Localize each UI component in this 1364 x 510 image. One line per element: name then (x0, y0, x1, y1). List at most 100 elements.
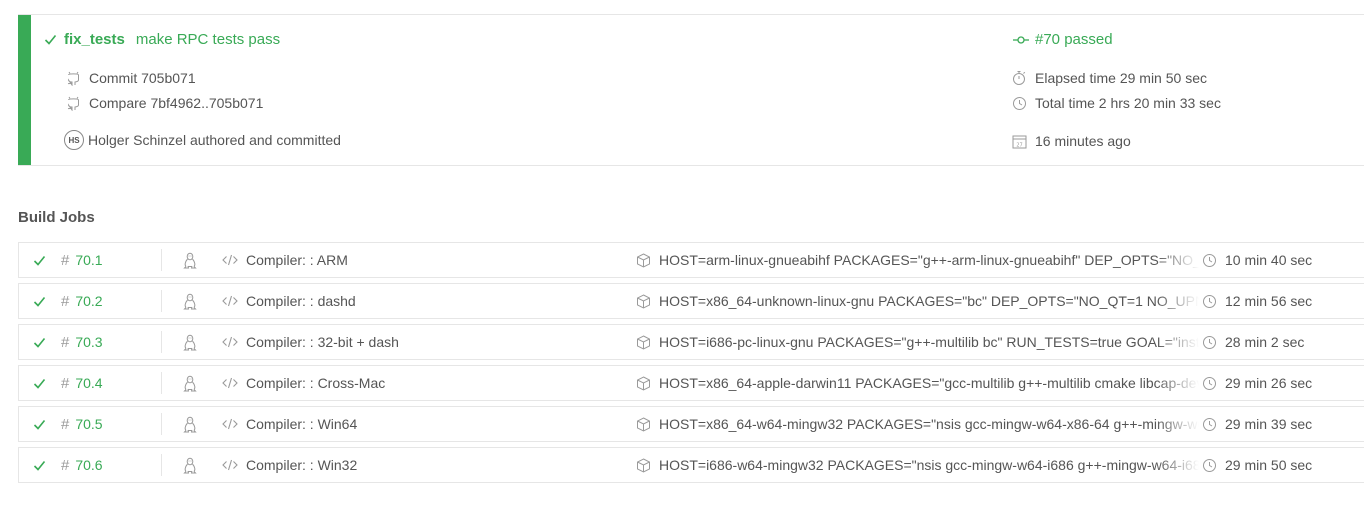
job-number[interactable]: 70.2 (75, 293, 102, 309)
build-status[interactable]: #70 passed (1013, 31, 1113, 48)
job-env-vars: HOST=i686-pc-linux-gnu PACKAGES="g++-mul… (659, 334, 1199, 350)
hash-icon: # (61, 292, 70, 310)
job-status (33, 284, 46, 318)
build-number-status[interactable]: #70 passed (1035, 31, 1113, 48)
author-row: HS Holger Schinzel authored and committe… (64, 130, 341, 150)
stopwatch-icon (1012, 70, 1027, 86)
branch-row: fix_tests make RPC tests pass (44, 31, 280, 48)
hash-icon: # (61, 251, 70, 269)
code-icon (222, 254, 238, 266)
check-icon (33, 459, 46, 472)
package-icon (636, 457, 651, 473)
job-row[interactable]: # 70.5 Compiler: : Win64 HOST=x86_64-w64… (18, 406, 1364, 442)
linux-icon (183, 334, 197, 351)
status-stripe (18, 15, 31, 165)
job-os (183, 366, 197, 400)
job-language: Compiler: : Win32 (222, 448, 357, 482)
compare-row[interactable]: Compare 7bf4962..705b071 (66, 95, 263, 111)
job-number[interactable]: 70.1 (75, 252, 102, 268)
hash-icon: # (61, 333, 70, 351)
job-duration-cell: 29 min 50 sec (1202, 448, 1312, 482)
divider (161, 454, 162, 476)
job-env: HOST=i686-pc-linux-gnu PACKAGES="g++-mul… (636, 325, 1199, 359)
hash-icon: # (61, 456, 70, 474)
job-number-cell[interactable]: # 70.4 (61, 366, 103, 400)
job-number[interactable]: 70.6 (75, 457, 102, 473)
job-number-cell[interactable]: # 70.2 (61, 284, 103, 318)
clock-icon (1202, 253, 1217, 268)
linux-icon (183, 416, 197, 433)
avatar: HS (64, 130, 84, 150)
commit-link[interactable]: Commit 705b071 (89, 70, 196, 86)
job-duration-cell: 29 min 39 sec (1202, 407, 1312, 441)
job-env-vars: HOST=x86_64-unknown-linux-gnu PACKAGES="… (659, 293, 1199, 309)
package-icon (636, 334, 651, 350)
branch-link[interactable]: fix_tests (64, 31, 125, 48)
job-row[interactable]: # 70.4 Compiler: : Cross-Mac HOST=x86_64… (18, 365, 1364, 401)
check-icon (33, 377, 46, 390)
linux-icon (183, 457, 197, 474)
job-row[interactable]: # 70.3 Compiler: : 32-bit + dash HOST=i6… (18, 324, 1364, 360)
job-duration: 12 min 56 sec (1225, 293, 1313, 309)
job-number-cell[interactable]: # 70.1 (61, 243, 103, 277)
job-compiler: Compiler: : Win32 (246, 457, 358, 473)
job-duration-cell: 10 min 40 sec (1202, 243, 1312, 277)
job-row[interactable]: # 70.1 Compiler: : ARM HOST=arm-linux-gn… (18, 242, 1364, 278)
build-summary: fix_tests make RPC tests pass Commit 705… (18, 14, 1364, 166)
job-duration: 29 min 26 sec (1225, 375, 1313, 391)
job-compiler: Compiler: : Win64 (246, 416, 358, 432)
job-env: HOST=i686-w64-mingw32 PACKAGES="nsis gcc… (636, 448, 1199, 482)
job-language: Compiler: : dashd (222, 284, 356, 318)
compare-link[interactable]: Compare 7bf4962..705b071 (89, 95, 263, 111)
total-time: Total time 2 hrs 20 min 33 sec (1035, 95, 1221, 111)
job-number[interactable]: 70.4 (75, 375, 102, 391)
check-icon (33, 336, 46, 349)
job-number[interactable]: 70.5 (75, 416, 102, 432)
divider (161, 413, 162, 435)
job-compiler: Compiler: : dashd (246, 293, 356, 309)
job-env: HOST=x86_64-w64-mingw32 PACKAGES="nsis g… (636, 407, 1199, 441)
hash-icon: # (61, 374, 70, 392)
commit-node-icon (1013, 34, 1029, 46)
job-os (183, 243, 197, 277)
job-os (183, 325, 197, 359)
job-env: HOST=arm-linux-gnueabihf PACKAGES="g++-a… (636, 243, 1199, 277)
elapsed-row: Elapsed time 29 min 50 sec (1012, 70, 1207, 86)
commit-row[interactable]: Commit 705b071 (66, 70, 196, 86)
job-duration-cell: 12 min 56 sec (1202, 284, 1312, 318)
job-number-cell[interactable]: # 70.3 (61, 325, 103, 359)
job-duration: 28 min 2 sec (1225, 334, 1305, 350)
check-icon (33, 295, 46, 308)
job-duration: 29 min 39 sec (1225, 416, 1313, 432)
divider (161, 331, 162, 353)
build-jobs-list: # 70.1 Compiler: : ARM HOST=arm-linux-gn… (18, 242, 1364, 488)
job-row[interactable]: # 70.6 Compiler: : Win32 HOST=i686-w64-m… (18, 447, 1364, 483)
package-icon (636, 375, 651, 391)
job-language: Compiler: : 32-bit + dash (222, 325, 399, 359)
job-os (183, 407, 197, 441)
job-language: Compiler: : ARM (222, 243, 348, 277)
job-row[interactable]: # 70.2 Compiler: : dashd HOST=x86_64-unk… (18, 283, 1364, 319)
github-icon (66, 71, 81, 86)
job-status (33, 366, 46, 400)
job-env: HOST=x86_64-unknown-linux-gnu PACKAGES="… (636, 284, 1199, 318)
clock-icon (1202, 294, 1217, 309)
job-status (33, 243, 46, 277)
linux-icon (183, 252, 197, 269)
job-compiler: Compiler: : ARM (246, 252, 348, 268)
code-icon (222, 418, 238, 430)
job-env-vars: HOST=x86_64-w64-mingw32 PACKAGES="nsis g… (659, 416, 1199, 432)
job-number-cell[interactable]: # 70.5 (61, 407, 103, 441)
code-icon (222, 377, 238, 389)
calendar-icon: 27 (1012, 134, 1027, 149)
job-number-cell[interactable]: # 70.6 (61, 448, 103, 482)
check-icon (44, 33, 57, 46)
job-os (183, 284, 197, 318)
linux-icon (183, 375, 197, 392)
svg-text:27: 27 (1016, 142, 1022, 148)
job-compiler: Compiler: : 32-bit + dash (246, 334, 399, 350)
job-duration: 29 min 50 sec (1225, 457, 1313, 473)
clock-icon (1202, 335, 1217, 350)
job-number[interactable]: 70.3 (75, 334, 102, 350)
divider (161, 249, 162, 271)
